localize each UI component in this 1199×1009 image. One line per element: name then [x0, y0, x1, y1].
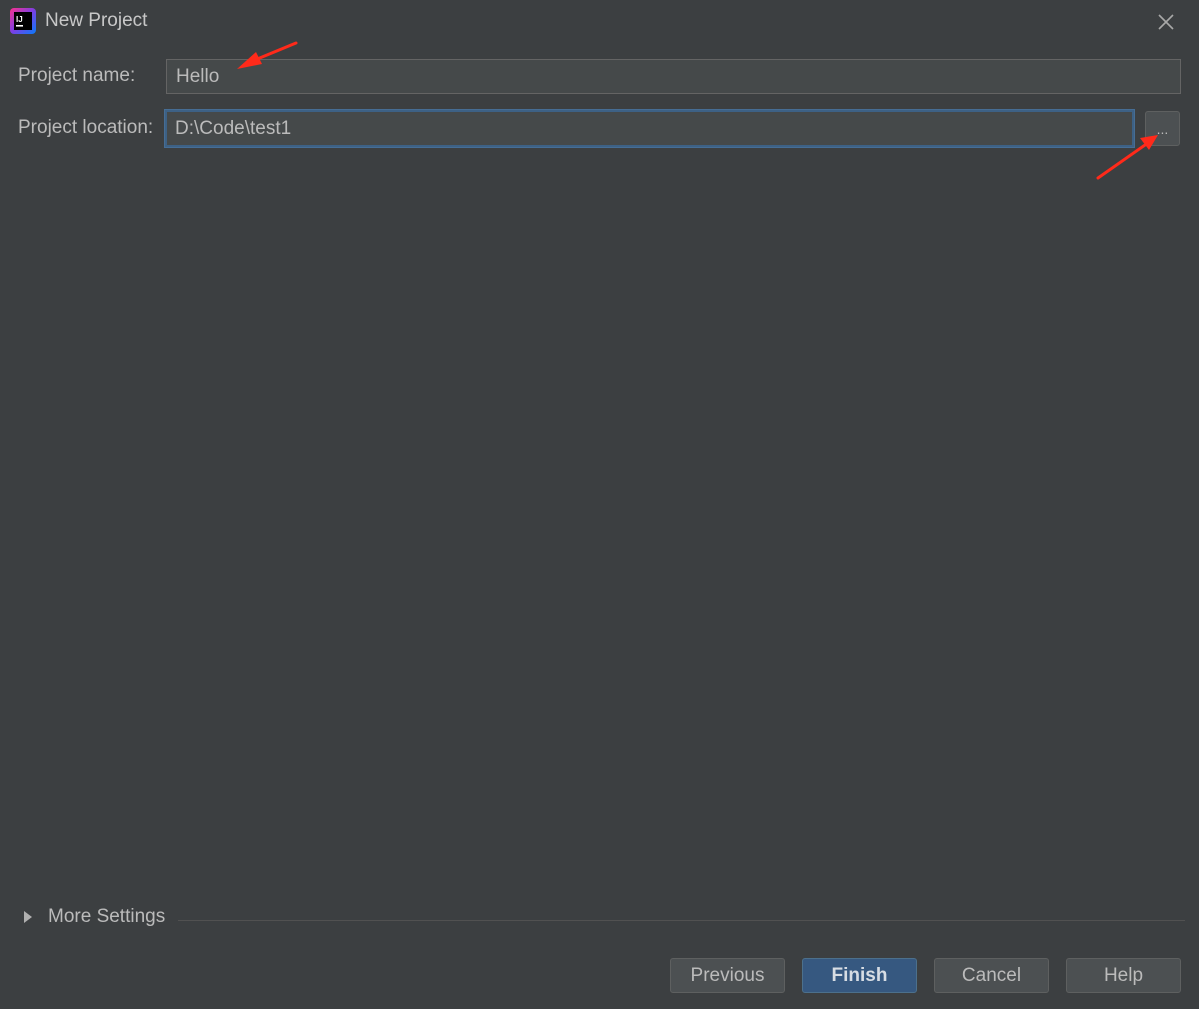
browse-button[interactable]: ...	[1145, 111, 1180, 146]
more-settings-label: More Settings	[48, 906, 166, 927]
cancel-button[interactable]: Cancel	[934, 958, 1049, 993]
help-button-label: Help	[1103, 964, 1144, 986]
project-name-input[interactable]	[166, 59, 1181, 94]
window-title: New Project	[45, 10, 148, 31]
more-settings-separator	[178, 920, 1185, 921]
intellij-idea-icon: IJ	[10, 8, 36, 34]
annotation-arrows	[237, 41, 1158, 180]
finish-button-label: Finish	[831, 964, 888, 986]
finish-button[interactable]: Finish	[802, 958, 917, 993]
cancel-button-label: Cancel	[961, 964, 1022, 986]
project-location-label-text: Project location:	[18, 117, 154, 138]
help-button[interactable]: Help	[1066, 958, 1181, 993]
more-settings-toggle[interactable]: More Settings	[24, 906, 165, 928]
close-icon	[1158, 14, 1174, 30]
expand-triangle-icon	[24, 911, 32, 923]
previous-button-label: Previous	[690, 964, 765, 986]
project-location-input[interactable]	[165, 110, 1134, 147]
previous-button[interactable]: Previous	[670, 958, 785, 993]
title-bar: IJ New Project	[0, 0, 1199, 44]
close-button[interactable]	[1152, 8, 1180, 36]
project-name-label: Project name:	[18, 65, 135, 87]
project-name-label-text: Project name:	[18, 65, 136, 86]
browse-button-label: ...	[1156, 121, 1169, 137]
svg-text:IJ: IJ	[16, 15, 23, 24]
project-location-label: Project location:	[18, 117, 153, 139]
